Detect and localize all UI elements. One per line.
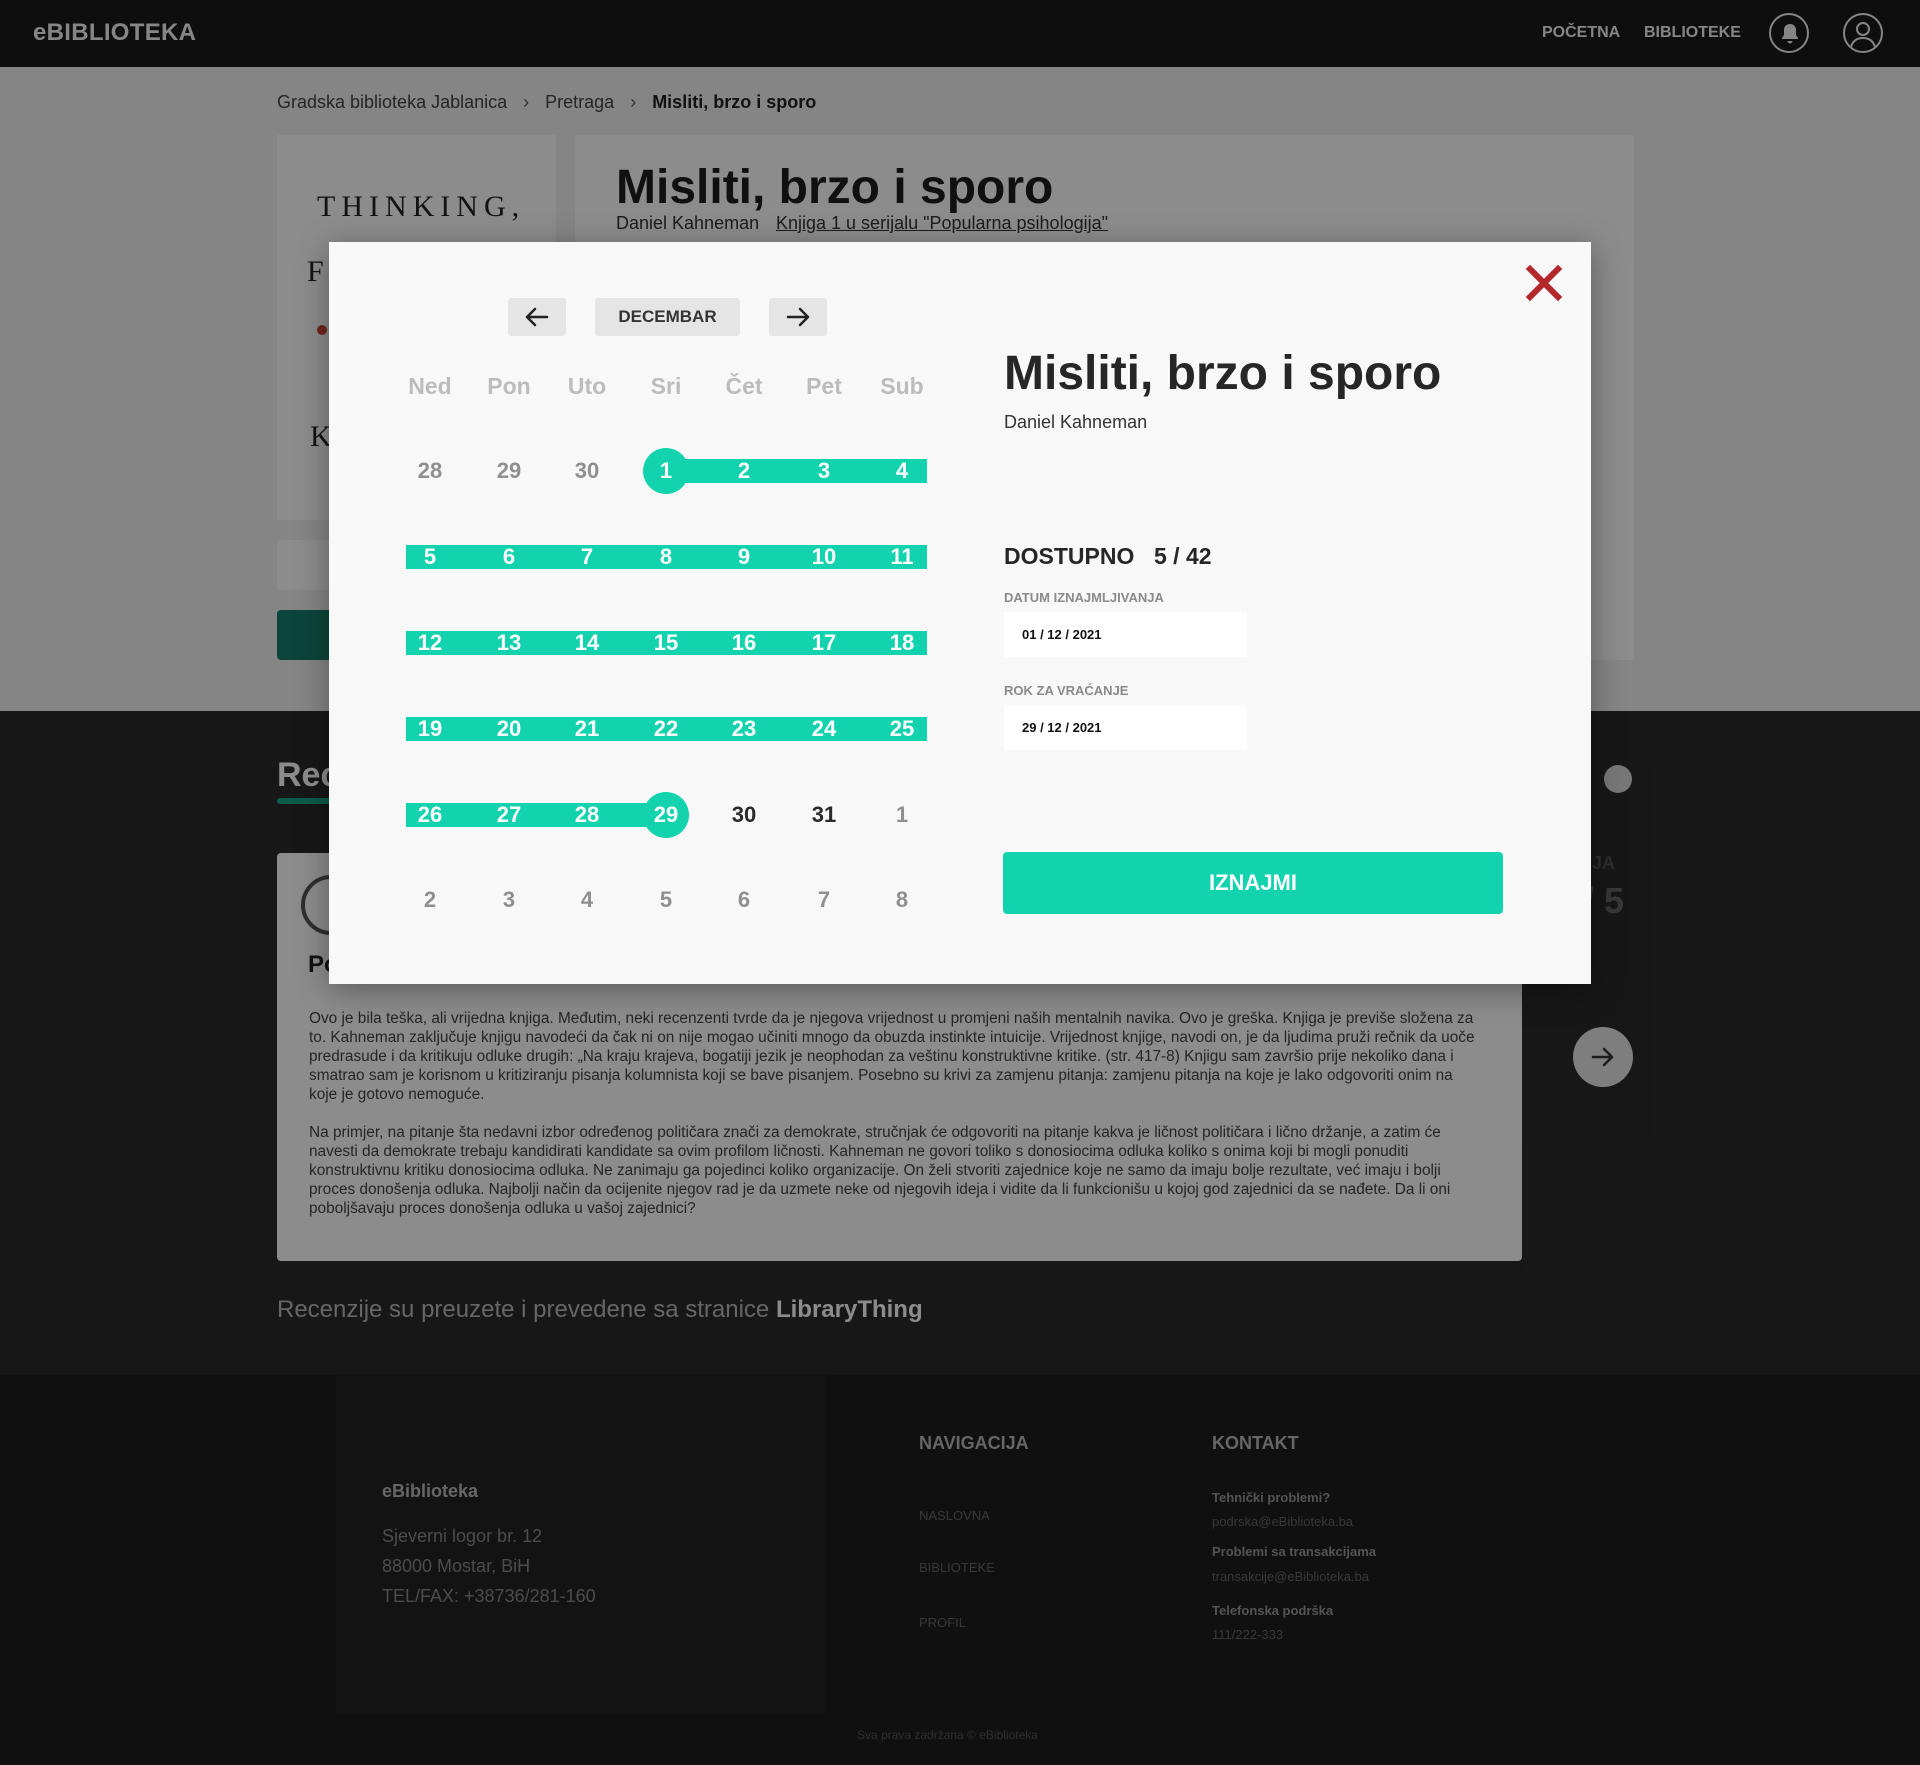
calendar-day[interactable]: 18: [872, 628, 932, 658]
calendar-prev-button[interactable]: [508, 298, 566, 336]
weekday-header: Ned: [408, 373, 452, 399]
rent-date-label: DATUM IZNAJMLJIVANJA: [1004, 590, 1164, 605]
calendar-day[interactable]: 8: [636, 542, 696, 572]
weekday-header: Pet: [806, 373, 842, 399]
calendar-day[interactable]: 3: [479, 885, 539, 915]
calendar-day[interactable]: 17: [794, 628, 854, 658]
rent-date-field[interactable]: [1004, 612, 1247, 657]
return-date-field[interactable]: [1004, 705, 1247, 750]
rent-button[interactable]: IZNAJMI: [1003, 852, 1503, 914]
calendar-day[interactable]: 19: [400, 714, 460, 744]
calendar-day[interactable]: 4: [557, 885, 617, 915]
calendar-day[interactable]: 23: [714, 714, 774, 744]
calendar-day[interactable]: 31: [794, 800, 854, 830]
calendar-day[interactable]: 16: [714, 628, 774, 658]
calendar-day[interactable]: 4: [872, 456, 932, 486]
weekday-header: Sub: [880, 373, 924, 399]
calendar-day[interactable]: 6: [714, 885, 774, 915]
weekday-header: Sri: [650, 373, 682, 399]
calendar-day[interactable]: 5: [636, 885, 696, 915]
calendar-day[interactable]: 24: [794, 714, 854, 744]
calendar-day[interactable]: 26: [400, 800, 460, 830]
calendar-day[interactable]: 28: [557, 800, 617, 830]
calendar-day[interactable]: 25: [872, 714, 932, 744]
calendar-day[interactable]: 12: [400, 628, 460, 658]
calendar-day[interactable]: 5: [400, 542, 460, 572]
weekday-header: Uto: [567, 373, 607, 399]
arrow-right-icon: [786, 307, 810, 327]
calendar-day[interactable]: 7: [794, 885, 854, 915]
calendar-day[interactable]: 2: [400, 885, 460, 915]
calendar-day[interactable]: 30: [714, 800, 774, 830]
weekday-header: Pon: [487, 373, 531, 399]
calendar-day[interactable]: 7: [557, 542, 617, 572]
calendar-day[interactable]: 15: [636, 628, 696, 658]
calendar-day[interactable]: 30: [557, 456, 617, 486]
calendar-day[interactable]: 22: [636, 714, 696, 744]
calendar-day[interactable]: 13: [479, 628, 539, 658]
calendar-day[interactable]: 3: [794, 456, 854, 486]
calendar-day[interactable]: 20: [479, 714, 539, 744]
calendar-day[interactable]: 10: [794, 542, 854, 572]
calendar-day[interactable]: 29: [479, 456, 539, 486]
calendar-day[interactable]: 9: [714, 542, 774, 572]
calendar-day[interactable]: 11: [872, 542, 932, 572]
weekday-header: Čet: [725, 373, 763, 399]
calendar-month: DECEMBAR: [595, 298, 740, 336]
availability-value: 5 / 42: [1154, 543, 1212, 569]
calendar-day[interactable]: 2: [714, 456, 774, 486]
availability-label: DOSTUPNO: [1004, 543, 1135, 569]
calendar-day[interactable]: 8: [872, 885, 932, 915]
modal-book-title: Misliti, brzo i sporo: [1004, 347, 1442, 400]
calendar-day[interactable]: 1: [872, 800, 932, 830]
close-icon[interactable]: [1525, 264, 1563, 302]
modal-book-author: Daniel Kahneman: [1004, 412, 1148, 432]
calendar-next-button[interactable]: [769, 298, 827, 336]
calendar-day[interactable]: 21: [557, 714, 617, 744]
calendar-day[interactable]: 14: [557, 628, 617, 658]
return-date-label: ROK ZA VRAĆANJE: [1004, 683, 1129, 698]
calendar-day[interactable]: 27: [479, 800, 539, 830]
calendar-day[interactable]: 29: [636, 800, 696, 830]
calendar-day[interactable]: 1: [636, 456, 696, 486]
arrow-left-icon: [525, 307, 549, 327]
calendar-day[interactable]: 6: [479, 542, 539, 572]
calendar-day[interactable]: 28: [400, 456, 460, 486]
